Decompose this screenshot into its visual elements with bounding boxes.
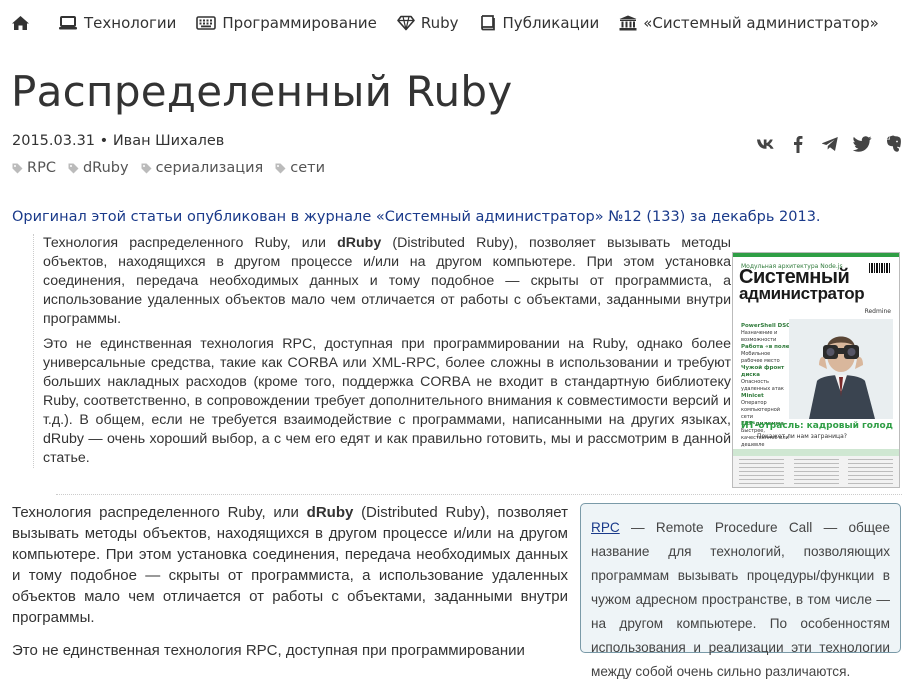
cover-side-text: Оператор компьютерной сети [741,400,781,420]
quote-paragraph-1: Технология распределенного Ruby, или dRu… [43,234,731,329]
nav-item-label: «Системный администратор» [643,14,879,32]
book-icon [480,15,495,31]
telegram-icon [822,137,838,151]
tag-icon [275,163,286,173]
cover-subtitle: Redmine [864,308,891,315]
tag-serialization[interactable]: сериализация [141,160,264,176]
vk-share-button[interactable] [755,133,777,155]
tag-label: сети [290,160,326,176]
original-publication-link[interactable]: Оригинал этой статьи опубликован в журна… [12,209,821,225]
twitter-share-button[interactable] [851,133,873,155]
share-buttons [745,133,905,155]
cover-headline: ИТ-отрасль: кадровый голод [741,421,893,431]
article-meta: 2015.03.31 • Иван Шихалев [12,133,224,149]
cover-bottom-columns [733,449,899,487]
nav-item-sysadmin-magazine[interactable]: «Системный администратор» [619,14,879,32]
nav-item-publications[interactable]: Публикации [479,14,600,32]
top-navigation: Технологии Программирование Ruby Публика… [11,12,899,34]
tag-icon [12,163,23,173]
cover-columns [739,459,893,485]
author-link[interactable]: Иван Шихалев [113,133,225,149]
publish-date: 2015.03.31 [12,133,96,149]
cover-side-head: Работа «в поле» [741,344,794,350]
body-bold-term: dRuby [306,504,354,521]
cover-side-text: Мобильное рабочее место [741,351,780,364]
keyboard-icon [196,16,217,30]
rpc-definition-note: RPC — Remote Procedure Call — общее назв… [580,503,901,679]
nav-item-label: Программирование [222,14,377,32]
home-icon [12,16,29,30]
nav-item-label: Технологии [84,14,177,32]
cover-side-text: Опасность удаленных атак [741,379,784,392]
meta-separator: • [99,133,109,149]
cover-side-item: Работа «в поле» Мобильное рабочее место [741,344,793,365]
cover-side-head: Minicet [741,393,764,399]
body-paragraph-2: Это не единственная технология RPC, дост… [12,642,525,659]
tag-label: dRuby [82,160,129,176]
cover-title-line-2: администратор [739,284,865,303]
cover-side-head: Чужой фронт диска [741,365,785,378]
home-link[interactable] [11,15,36,31]
laptop-icon [59,16,77,30]
nav-item-label: Публикации [502,14,600,32]
quote-paragraph-2: Это не единственная технология RPC, дост… [43,336,731,466]
nav-item-label: Ruby [420,14,459,32]
cover-headline-sub: Покажет ли нам заграница? [757,433,847,440]
institution-icon [619,15,637,31]
quote-bold-term: dRuby [337,235,382,251]
rpc-term-link[interactable]: RPC [591,520,620,535]
cover-bottom-bar [733,449,899,456]
telegram-share-button[interactable] [819,133,841,155]
cover-side-item: PowerShell DSC Назначение и возможности [741,323,793,344]
gem-icon [397,15,415,31]
cover-photo-binoculars-person [789,319,893,419]
tag-networks[interactable]: сети [275,160,325,176]
magazine-cover[interactable]: Модульная архитектура Node.js Системный … [732,252,900,488]
page-title: Распределенный Ruby [11,67,513,116]
cover-side-item: Minicet Оператор компьютерной сети [741,393,793,421]
cover-column [848,459,893,485]
tag-rpc[interactable]: RPC [12,160,56,176]
facebook-icon [794,136,803,153]
body-text: Технология распределенного Ruby, или [12,504,307,521]
body-text: (Distributed Ruby), позволяет вызывать м… [12,504,568,626]
tag-list: RPC dRuby сериализация сети [12,160,337,176]
intro-quote: Технология распределенного Ruby, или dRu… [33,234,731,468]
nav-item-technologies[interactable]: Технологии [58,14,176,32]
note-text: — Remote Procedure Call — общее название… [591,520,890,679]
twitter-icon [852,136,871,152]
cover-column [739,459,784,485]
quote-text: Технология распределенного Ruby, или [43,235,338,251]
cover-column [793,459,839,485]
article-body: Технология распределенного Ruby, или dRu… [12,502,568,673]
barcode-icon [869,263,891,273]
vk-icon [757,139,774,149]
nav-item-ruby[interactable]: Ruby [397,14,459,32]
tag-icon [141,163,152,173]
tag-label: RPC [27,160,56,176]
evernote-share-button[interactable] [883,133,905,155]
cover-side-head: PowerShell DSC [741,323,791,329]
facebook-share-button[interactable] [787,133,809,155]
cover-accent-bar [733,253,899,257]
evernote-icon [886,135,901,152]
tag-druby[interactable]: dRuby [68,160,129,176]
section-divider [56,494,902,495]
body-paragraph-1: Технология распределенного Ruby, или dRu… [12,502,568,628]
tag-label: сериализация [155,160,264,176]
cover-side-item: Чужой фронт диска Опасность удаленных ата… [741,365,793,393]
nav-item-programming[interactable]: Программирование [196,14,377,32]
cover-side-text: Назначение и возможности [741,330,778,343]
tag-icon [68,163,79,173]
